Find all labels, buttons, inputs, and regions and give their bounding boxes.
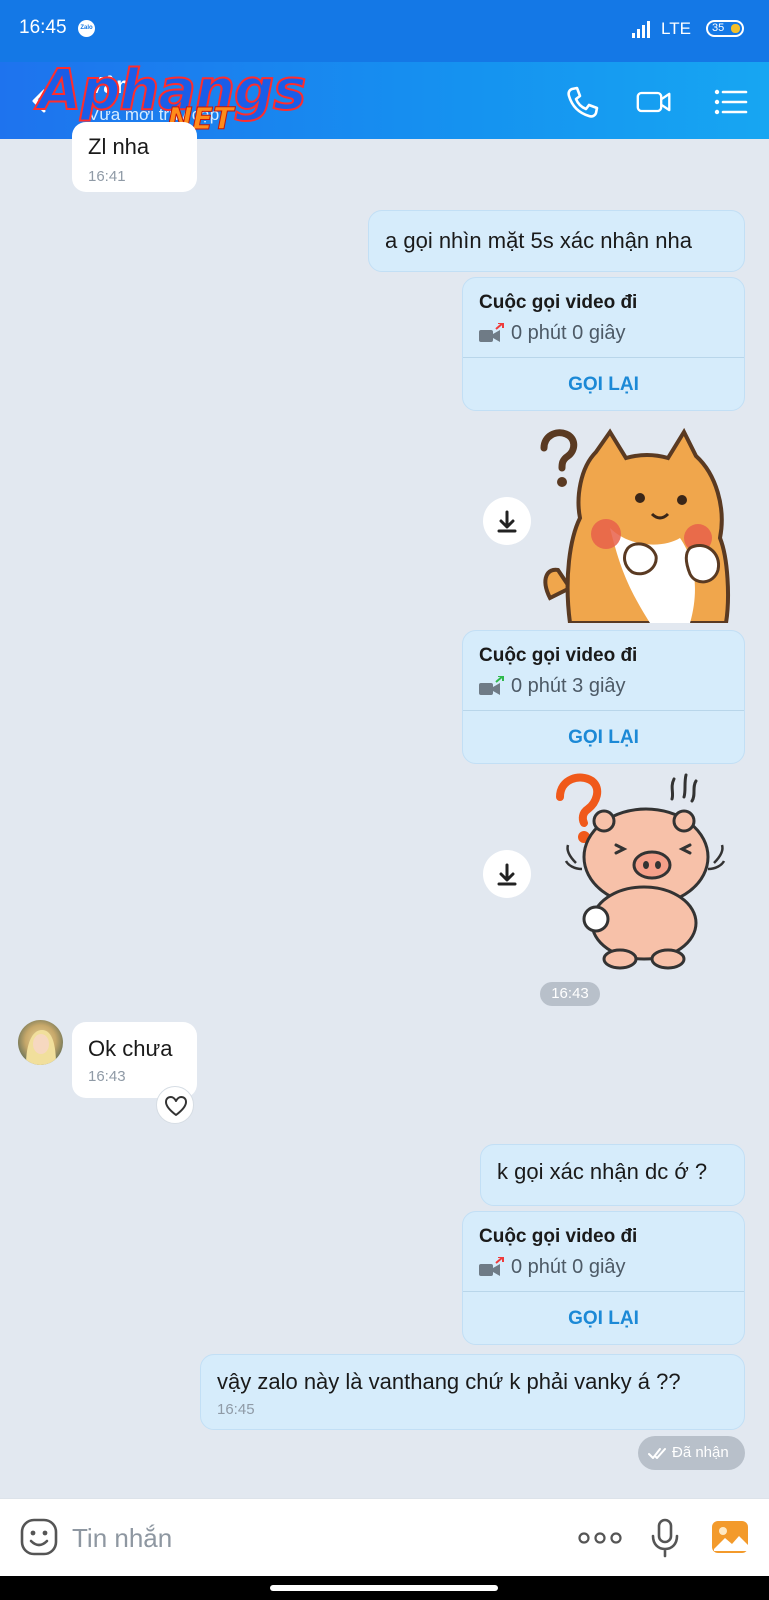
status-time: 16:45 [19, 17, 67, 38]
system-navigation-bar [0, 1576, 769, 1600]
outgoing-message[interactable]: k gọi xác nhận dc ớ ? [480, 1144, 745, 1206]
call-title: Cuộc gọi video đi [479, 1226, 638, 1247]
react-heart-button[interactable] [156, 1086, 194, 1124]
call-duration: 0 phút 3 giây [511, 675, 626, 697]
download-button[interactable] [483, 497, 531, 545]
outgoing-video-call-icon [479, 676, 504, 695]
call-back-button[interactable]: GỌI LẠI [463, 1292, 744, 1345]
message-time: 16:41 [88, 168, 126, 185]
message-time: 16:45 [217, 1401, 255, 1418]
status-bar: 16:45 Zalo LTE 35 [0, 0, 769, 62]
network-type: LTE [661, 19, 691, 38]
time-separator: 16:43 [540, 982, 600, 1006]
outgoing-message[interactable]: a gọi nhìn mặt 5s xác nhận nha [368, 210, 745, 272]
video-call-card: Cuộc gọi video đi 0 phút 0 giây GỌI LẠI [462, 1211, 745, 1345]
double-check-icon [648, 1448, 666, 1459]
download-icon [497, 510, 517, 533]
zalo-notification-icon: Zalo [78, 20, 95, 37]
menu-list-icon[interactable] [713, 84, 749, 120]
video-call-icon[interactable] [636, 84, 672, 120]
delivery-status-text: Đã nhận [672, 1444, 729, 1461]
video-call-card: Cuộc gọi video đi 0 phút 0 giây GỌI LẠI [462, 277, 745, 411]
contact-avatar[interactable] [18, 1020, 63, 1065]
signal-icon [632, 21, 650, 38]
message-text: Zl nha [88, 134, 150, 159]
outgoing-video-call-icon [479, 323, 504, 342]
battery-icon: 35 [706, 20, 744, 37]
call-duration: 0 phút 0 giây [511, 322, 626, 344]
home-indicator[interactable] [270, 1585, 498, 1591]
battery-level: 35 [712, 22, 725, 34]
incoming-message[interactable]: Zl nha 16:41 [72, 122, 197, 192]
message-text: k gọi xác nhận dc ớ ? [497, 1159, 708, 1184]
shiba-dog-sticker[interactable] [540, 428, 745, 623]
download-icon [497, 863, 517, 886]
download-button[interactable] [483, 850, 531, 898]
call-duration: 0 phút 0 giây [511, 1256, 626, 1278]
phone-icon[interactable] [564, 84, 600, 120]
microphone-icon[interactable] [650, 1518, 680, 1558]
more-options-icon[interactable] [578, 1531, 622, 1545]
outgoing-message[interactable]: vậy zalo này là vanthang chứ k phải vank… [200, 1354, 745, 1430]
call-title: Cuộc gọi video đi [479, 645, 638, 666]
outgoing-video-call-icon [479, 1257, 504, 1276]
message-input[interactable]: Tin nhắn [72, 1523, 172, 1554]
message-input-bar: Tin nhắn [0, 1498, 769, 1576]
video-call-card: Cuộc gọi video đi 0 phút 3 giây GỌI LẠI [462, 630, 745, 764]
heart-icon [165, 1096, 187, 1116]
call-back-button[interactable]: GỌI LẠI [463, 711, 744, 764]
message-text: a gọi nhìn mặt 5s xác nhận nha [385, 228, 692, 253]
sticker-emoji-icon[interactable] [20, 1518, 58, 1556]
call-back-button[interactable]: GỌI LẠI [463, 358, 744, 411]
message-time: 16:43 [88, 1068, 126, 1085]
delivery-status-badge: Đã nhận [638, 1436, 745, 1470]
call-title: Cuộc gọi video đi [479, 292, 638, 313]
message-text: vậy zalo này là vanthang chứ k phải vank… [217, 1369, 681, 1394]
avatar-image [26, 1030, 56, 1065]
image-gallery-icon[interactable] [710, 1519, 750, 1555]
message-text: Ok chưa [88, 1036, 173, 1061]
pig-sticker[interactable] [556, 773, 726, 970]
